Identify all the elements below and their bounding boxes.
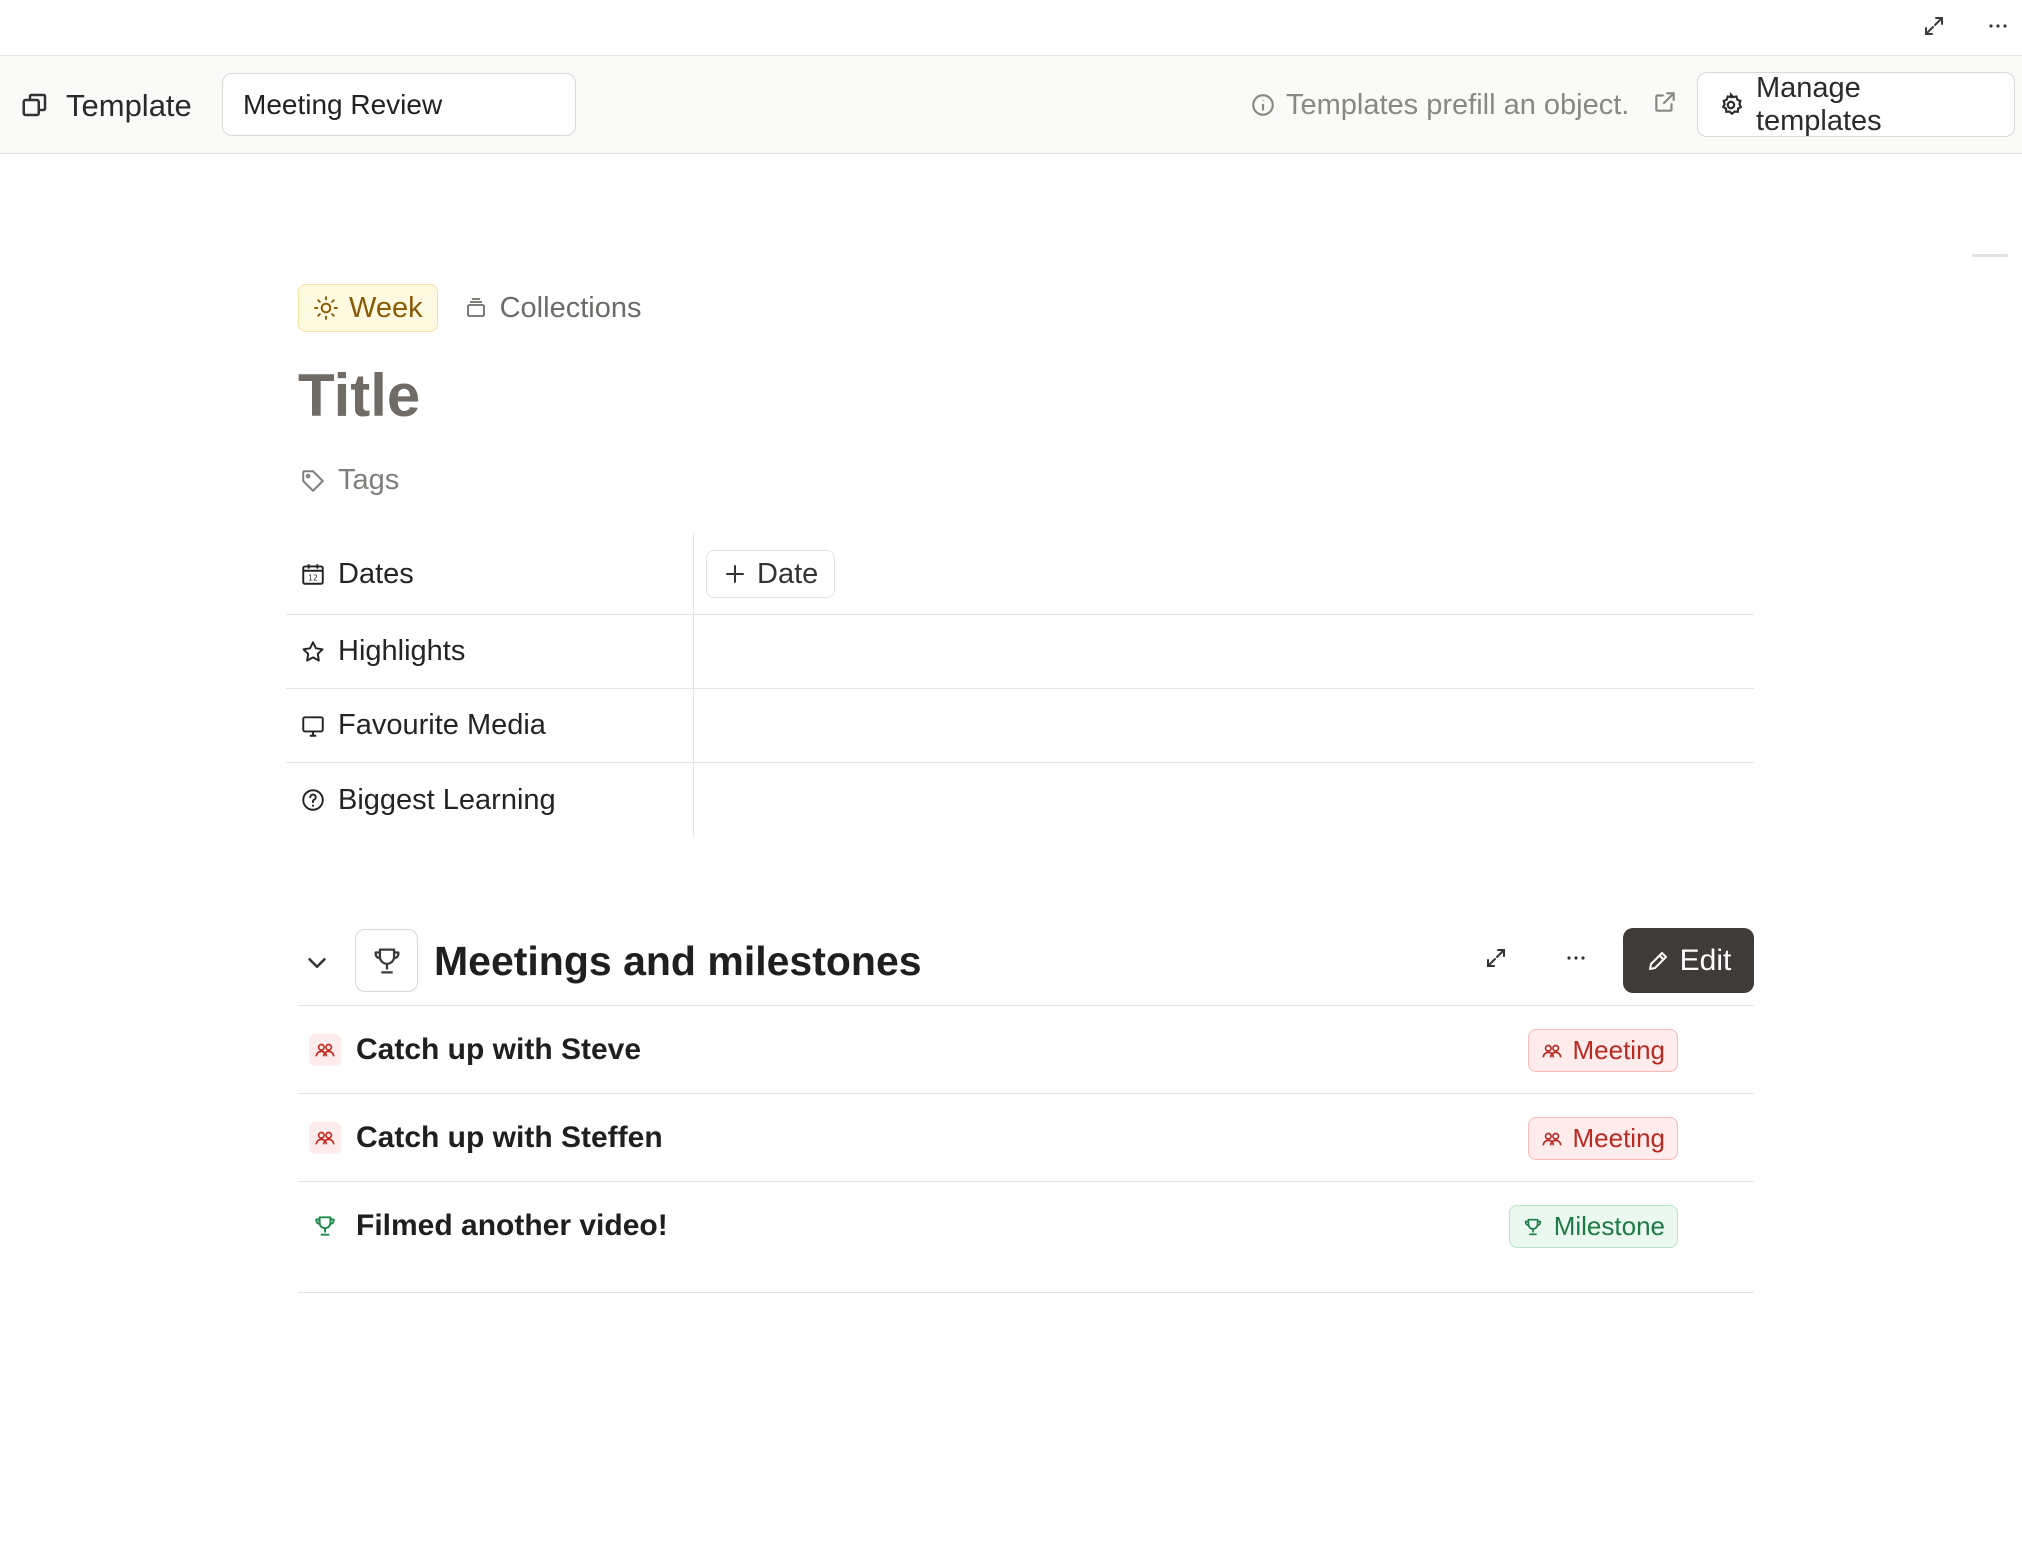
edit-label: Edit (1679, 943, 1732, 977)
section-more-icon[interactable] (1560, 946, 1592, 978)
scroll-indicator[interactable] (1972, 254, 2008, 257)
property-label-text: Biggest Learning (338, 783, 556, 816)
gear-icon (1721, 91, 1743, 115)
badge-label: Milestone (1553, 1211, 1665, 1241)
edit-button[interactable]: Edit (1623, 928, 1754, 993)
trophy-icon (309, 1210, 341, 1242)
section-title: Meetings and milestones (434, 938, 922, 984)
template-info: Templates prefill an object. (1250, 84, 1629, 126)
property-row-favourite-media: Favourite Media (286, 689, 1754, 763)
item-name: Catch up with Steve (356, 1033, 642, 1066)
tag-icon (302, 469, 324, 492)
badge-label: Meeting (1572, 1123, 1666, 1153)
template-info-text: Templates prefill an object. (1286, 88, 1630, 121)
property-label-favourite-media[interactable]: Favourite Media (286, 689, 694, 762)
property-value-highlights[interactable] (694, 615, 1754, 688)
external-link-icon[interactable] (1652, 89, 1682, 119)
people-icon (1541, 1132, 1562, 1146)
people-icon (1541, 1044, 1562, 1058)
collections-chip[interactable]: Collections (464, 291, 642, 325)
plus-icon (726, 565, 744, 583)
collections-label: Collections (499, 291, 642, 324)
type-chip-label: Week (349, 291, 423, 324)
item-type-badge[interactable]: Meeting (1527, 1029, 1678, 1072)
template-bar: Template Templates prefill an object. Ma… (0, 56, 2022, 154)
people-icon (309, 1122, 341, 1154)
template-icon (20, 90, 50, 120)
property-row-dates: 12 Dates Date (286, 534, 1754, 615)
pencil-icon (1648, 951, 1667, 970)
property-label-biggest-learning[interactable]: Biggest Learning (286, 763, 694, 837)
window-top-bar (0, 0, 2022, 56)
section-expand-icon[interactable] (1484, 946, 1516, 978)
star-icon (302, 640, 324, 662)
template-label: Template (66, 88, 192, 123)
add-date-button[interactable]: Date (706, 550, 836, 598)
property-value-dates: Date (694, 534, 1754, 614)
tags-label: Tags (338, 464, 400, 496)
property-value-biggest-learning[interactable] (694, 763, 1754, 837)
tags-field[interactable]: Tags (300, 464, 399, 497)
object-chips: Week Collections (298, 284, 641, 332)
manage-templates-label: Manage templates (1755, 71, 1882, 137)
monitor-icon (302, 715, 324, 737)
calendar-icon: 12 (302, 564, 324, 585)
chevron-down-icon[interactable] (302, 948, 332, 978)
properties-table: 12 Dates Date Highlights Favourite Media… (286, 534, 1754, 837)
property-label-text: Dates (338, 557, 414, 590)
property-label-highlights[interactable]: Highlights (286, 615, 694, 688)
section-list: Catch up with Steve Meeting Catch up wit… (298, 1006, 1754, 1293)
more-icon[interactable] (1978, 6, 2018, 46)
svg-text:12: 12 (308, 574, 318, 583)
section-header: Meetings and milestones Edit (298, 928, 1754, 1006)
item-type-badge[interactable]: Meeting (1527, 1117, 1678, 1160)
badge-label: Meeting (1572, 1035, 1666, 1065)
add-date-label: Date (757, 557, 819, 590)
template-name-input[interactable] (222, 73, 576, 136)
item-name: Catch up with Steffen (356, 1121, 663, 1154)
property-label-dates[interactable]: 12 Dates (286, 534, 694, 614)
list-item[interactable]: Catch up with Steffen Meeting (298, 1094, 1754, 1182)
manage-templates-button[interactable]: Manage templates (1697, 72, 2015, 137)
collections-icon (466, 298, 485, 317)
list-item[interactable]: Catch up with Steve Meeting (298, 1006, 1754, 1094)
property-value-favourite-media[interactable] (694, 689, 1754, 762)
property-row-highlights: Highlights (286, 615, 1754, 689)
item-type-badge[interactable]: Milestone (1508, 1205, 1678, 1248)
trophy-icon (374, 948, 399, 973)
trophy-icon (1524, 1218, 1541, 1235)
property-label-text: Favourite Media (338, 709, 546, 741)
sun-icon (314, 296, 338, 320)
info-icon (1252, 94, 1274, 116)
question-circle-icon (302, 789, 324, 811)
item-name: Filmed another video! (356, 1209, 668, 1242)
page-title[interactable]: Title (298, 358, 420, 434)
section-icon-button[interactable] (355, 929, 418, 992)
expand-icon[interactable] (1914, 6, 1954, 46)
property-row-biggest-learning: Biggest Learning (286, 763, 1754, 837)
people-icon (309, 1034, 341, 1066)
type-chip-week[interactable]: Week (298, 284, 438, 332)
property-label-text: Highlights (338, 635, 466, 667)
list-item[interactable]: Filmed another video! Milestone (298, 1182, 1754, 1292)
